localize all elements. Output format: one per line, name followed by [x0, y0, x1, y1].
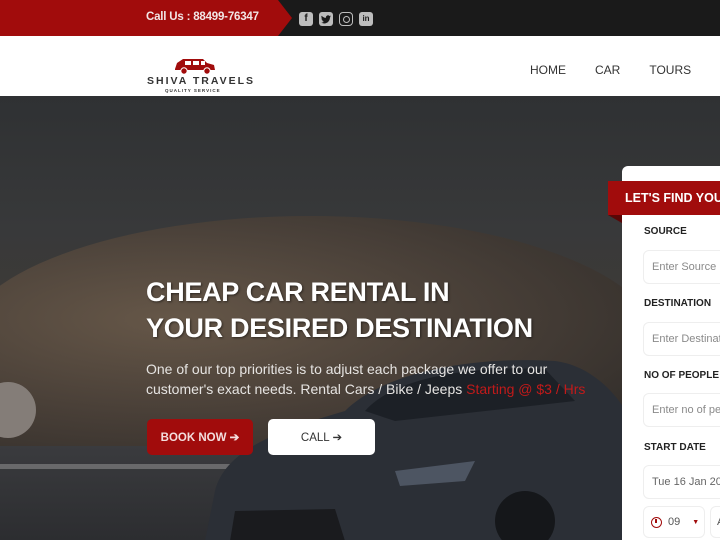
call-button[interactable]: CALL ➔	[268, 419, 375, 455]
linkedin-icon[interactable]: in	[359, 12, 373, 26]
start-date-label: START DATE	[644, 442, 706, 453]
instagram-icon[interactable]	[339, 12, 353, 26]
hour-select[interactable]: 09 ▼	[643, 506, 705, 538]
start-date-input[interactable]	[643, 465, 720, 499]
source-input[interactable]	[643, 250, 720, 284]
caret-down-icon: ▼	[692, 518, 700, 526]
brand-name: SHIVA TRAVELS	[147, 75, 256, 87]
car-logo-icon	[175, 59, 215, 75]
facebook-icon[interactable]: f	[299, 12, 313, 26]
brand-tagline: QUALITY SERVICE	[165, 88, 221, 93]
hero-title: CHEAP CAR RENTAL IN YOUR DESIRED DESTINA…	[146, 274, 533, 346]
call-us-text[interactable]: Call Us : 88499-76347	[146, 11, 259, 23]
hour-value: 09	[668, 516, 681, 528]
main-nav: HOME CAR TOURS BOOKING	[530, 63, 720, 77]
hero-section: CHEAP CAR RENTAL IN YOUR DESIRED DESTINA…	[0, 96, 720, 540]
social-links: f in	[299, 12, 373, 26]
twitter-icon[interactable]	[319, 12, 333, 26]
hero-title-line-1: CHEAP CAR RENTAL IN	[146, 277, 450, 307]
hero-description: One of our top priorities is to adjust e…	[146, 359, 586, 399]
ribbon-fold	[608, 215, 622, 223]
search-form-heading: LET'S FIND YOUR RIDE	[608, 181, 720, 215]
nav-home[interactable]: HOME	[530, 63, 566, 77]
people-input[interactable]	[643, 393, 720, 427]
nav-tours[interactable]: TOURS	[649, 63, 691, 77]
destination-input[interactable]	[643, 322, 720, 356]
site-header: SHIVA TRAVELS QUALITY SERVICE HOME CAR T…	[0, 36, 720, 96]
destination-label: DESTINATION	[644, 298, 712, 309]
nav-car[interactable]: CAR	[595, 63, 620, 77]
price-highlight: Starting @ $3 / Hrs	[466, 381, 586, 397]
people-label: NO OF PEOPLE	[644, 370, 720, 381]
book-now-button[interactable]: BOOK NOW ➔	[147, 419, 253, 455]
clock-icon	[651, 516, 662, 528]
hero-title-line-2: YOUR DESIRED DESTINATION	[146, 313, 533, 343]
ampm-select[interactable]: AM	[710, 506, 720, 538]
source-label: SOURCE	[644, 226, 687, 237]
top-bar: Call Us : 88499-76347 f in	[0, 0, 720, 36]
